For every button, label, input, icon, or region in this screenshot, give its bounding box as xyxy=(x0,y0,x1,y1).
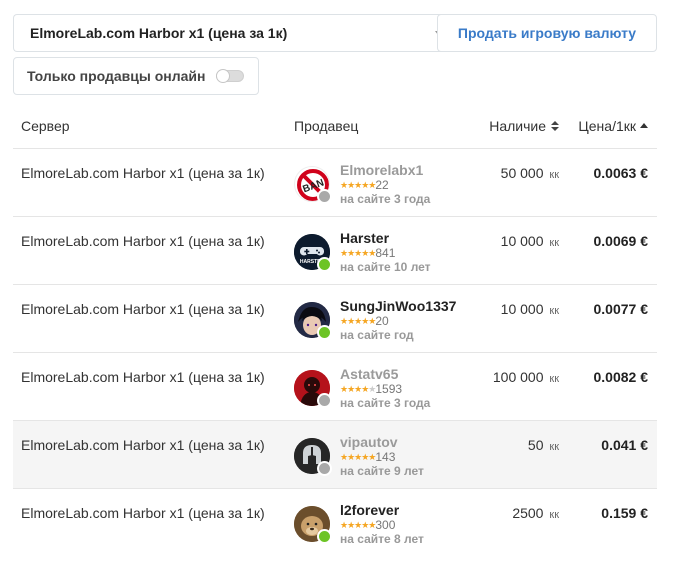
review-count: 300 xyxy=(375,518,396,532)
row-server: ElmoreLab.com Harbor x1 (цена за 1к) xyxy=(21,369,265,385)
row-stock: 2500 кк xyxy=(512,505,559,521)
row-server: ElmoreLab.com Harbor x1 (цена за 1к) xyxy=(21,165,265,181)
review-count: 1593 xyxy=(375,382,403,396)
online-filter-label: Только продавцы онлайн xyxy=(27,68,206,84)
stock-value: 50 000 xyxy=(500,165,544,181)
row-server: ElmoreLab.com Harbor x1 (цена за 1к) xyxy=(21,437,265,453)
rating-stars-icon: ★★★★★ xyxy=(340,316,376,326)
stock-unit: кк xyxy=(549,305,559,317)
row-stock: 50 кк xyxy=(528,437,559,453)
row-stock: 10 000 кк xyxy=(501,301,559,317)
seller-since: на сайте 3 года xyxy=(340,396,431,410)
avatar[interactable] xyxy=(294,370,332,408)
row-price: 0.0063 € xyxy=(593,165,649,181)
seller-name[interactable]: SungJinWoo1337 xyxy=(340,298,456,314)
seller-since: на сайте 10 лет xyxy=(340,260,431,274)
row-server: ElmoreLab.com Harbor x1 (цена за 1к) xyxy=(21,505,265,521)
sell-currency-button[interactable]: Продать игровую валюту xyxy=(437,14,657,52)
stock-unit: кк xyxy=(549,373,559,385)
seller-since: на сайте год xyxy=(340,328,414,342)
stock-unit: кк xyxy=(549,441,559,453)
avatar[interactable] xyxy=(294,302,332,340)
rating-stars-icon: ★★★★★ xyxy=(340,180,376,190)
table-row[interactable]: ElmoreLab.com Harbor x1 (цена за 1к) l2f… xyxy=(13,489,657,557)
column-price-label: Цена/1кк xyxy=(578,118,636,134)
stock-value: 50 xyxy=(527,437,544,453)
offline-status-icon xyxy=(317,393,332,408)
row-stock: 50 000 кк xyxy=(501,165,559,181)
seller-name[interactable]: vipautov xyxy=(340,434,424,450)
server-select-value: ElmoreLab.com Harbor x1 (цена за 1к) xyxy=(30,25,288,41)
row-price: 0.041 € xyxy=(601,437,648,453)
avatar[interactable] xyxy=(294,438,332,476)
rating-stars-icon: ★★★★★ xyxy=(340,520,376,530)
online-status-icon xyxy=(317,325,332,340)
seller-since: на сайте 3 года xyxy=(340,192,431,206)
avatar[interactable]: BAN xyxy=(294,166,332,204)
rating-stars-icon: ★★★★★ xyxy=(340,452,376,462)
seller-name[interactable]: Harster xyxy=(340,230,431,246)
row-price: 0.0069 € xyxy=(593,233,649,249)
table-row[interactable]: ElmoreLab.com Harbor x1 (цена за 1к) HAR… xyxy=(13,217,657,285)
offline-status-icon xyxy=(317,189,332,204)
sort-asc-icon xyxy=(640,122,648,128)
review-count: 20 xyxy=(375,314,389,328)
stock-unit: кк xyxy=(549,169,559,181)
column-stock-sort[interactable]: Наличие xyxy=(489,118,559,134)
stock-value: 2500 xyxy=(512,505,544,521)
rating-stars-icon: ★★★★★ xyxy=(340,384,376,394)
row-stock: 10 000 кк xyxy=(501,233,559,249)
seller-name[interactable]: Astatv65 xyxy=(340,366,430,382)
table-row[interactable]: ElmoreLab.com Harbor x1 (цена за 1к) vip… xyxy=(13,421,657,489)
column-price-sort[interactable]: Цена/1кк xyxy=(578,118,648,134)
stock-value: 10 000 xyxy=(500,301,544,317)
seller-since: на сайте 9 лет xyxy=(340,464,424,478)
table-row[interactable]: ElmoreLab.com Harbor x1 (цена за 1к) BAN… xyxy=(13,149,657,217)
online-toggle[interactable] xyxy=(216,69,244,83)
stock-unit: кк xyxy=(549,237,559,249)
row-server: ElmoreLab.com Harbor x1 (цена за 1к) xyxy=(21,233,265,249)
rating-stars-icon: ★★★★★ xyxy=(340,248,376,258)
row-stock: 100 000 кк xyxy=(493,369,559,385)
review-count: 22 xyxy=(375,178,389,192)
toggle-knob xyxy=(216,69,230,83)
seller-name[interactable]: Elmorelabx1 xyxy=(340,162,430,178)
row-price: 0.159 € xyxy=(601,505,648,521)
online-status-icon xyxy=(317,257,332,272)
row-server: ElmoreLab.com Harbor x1 (цена за 1к) xyxy=(21,301,265,317)
stock-unit: кк xyxy=(549,509,559,521)
offline-status-icon xyxy=(317,461,332,476)
row-price: 0.0077 € xyxy=(593,301,649,317)
seller-since: на сайте 8 лет xyxy=(340,532,424,546)
seller-name[interactable]: l2forever xyxy=(340,502,424,518)
row-price: 0.0082 € xyxy=(593,369,649,385)
server-select[interactable]: ElmoreLab.com Harbor x1 (цена за 1к) xyxy=(13,14,443,52)
column-seller: Продавец xyxy=(294,118,359,134)
avatar[interactable] xyxy=(294,506,332,544)
column-server: Сервер xyxy=(21,118,70,134)
table-header: Сервер Продавец Наличие Цена/1кк xyxy=(13,103,657,149)
avatar[interactable]: HARSTER xyxy=(294,234,332,272)
review-count: 841 xyxy=(375,246,396,260)
stock-value: 100 000 xyxy=(492,369,544,385)
review-count: 143 xyxy=(375,450,396,464)
stock-value: 10 000 xyxy=(500,233,544,249)
online-sellers-filter[interactable]: Только продавцы онлайн xyxy=(13,57,259,95)
column-stock-label: Наличие xyxy=(489,118,546,134)
online-status-icon xyxy=(317,529,332,544)
sort-both-icon xyxy=(551,121,559,132)
table-row[interactable]: ElmoreLab.com Harbor x1 (цена за 1к) Sun… xyxy=(13,285,657,353)
table-row[interactable]: ElmoreLab.com Harbor x1 (цена за 1к) Ast… xyxy=(13,353,657,421)
